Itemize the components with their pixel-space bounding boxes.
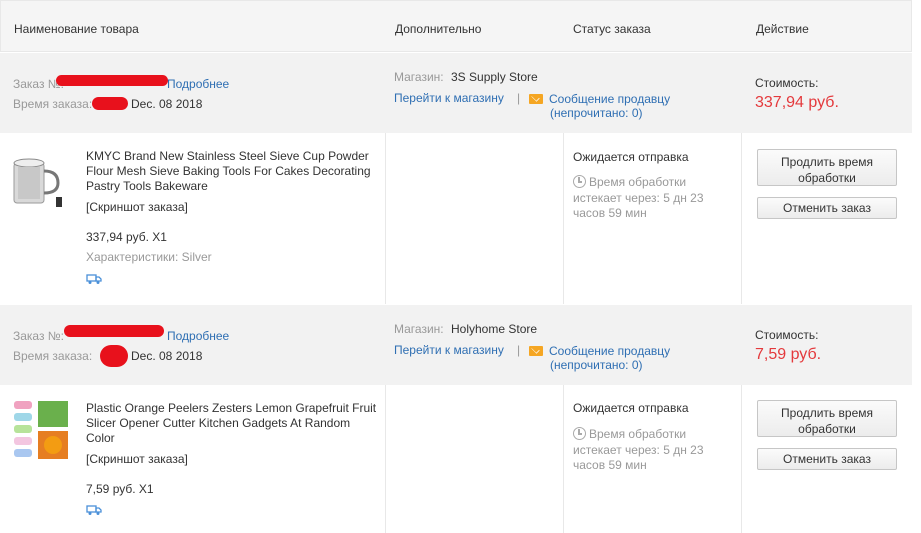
store-name: 3S Supply Store bbox=[451, 70, 538, 84]
cancel-order-button[interactable]: Отменить заказ bbox=[757, 448, 897, 470]
product-title-link[interactable]: KMYC Brand New Stainless Steel Sieve Cup… bbox=[86, 149, 381, 194]
message-seller-link[interactable]: Сообщение продавцу bbox=[529, 92, 670, 106]
item-attributes: Характеристики: Silver bbox=[86, 250, 212, 264]
redaction-mark bbox=[100, 345, 128, 367]
unread-count[interactable]: (непрочитано: 0) bbox=[550, 358, 643, 372]
cost-label: Стоимость: bbox=[755, 328, 819, 342]
processing-time: Время обработки bbox=[573, 175, 686, 189]
orders-table-header: Наименование товара Дополнительно Статус… bbox=[0, 0, 912, 52]
order-status: Ожидается отправка bbox=[573, 401, 689, 415]
order-number-label: Заказ №: bbox=[13, 329, 65, 343]
order-item-row: KMYC Brand New Stainless Steel Sieve Cup… bbox=[0, 133, 912, 304]
processing-expires: истекает через: 5 дн 23 часов 59 мин bbox=[573, 191, 704, 220]
store-label: Магазин: bbox=[394, 70, 444, 84]
item-price-qty: 337,94 руб. X1 bbox=[86, 230, 167, 244]
product-title-link[interactable]: Plastic Orange Peelers Zesters Lemon Gra… bbox=[86, 401, 381, 446]
store-label: Магазин: bbox=[394, 322, 444, 336]
envelope-icon bbox=[529, 94, 543, 104]
order-time-value: Dec. 08 2018 bbox=[131, 349, 203, 363]
extend-processing-time-button[interactable]: Продлить время обработки bbox=[757, 149, 897, 186]
redaction-mark bbox=[64, 325, 164, 337]
envelope-icon bbox=[529, 346, 543, 356]
message-seller-label[interactable]: Сообщение продавцу bbox=[549, 92, 670, 106]
product-image-peelers[interactable] bbox=[12, 399, 76, 463]
message-seller-link[interactable]: Сообщение продавцу bbox=[529, 344, 670, 358]
order-status: Ожидается отправка bbox=[573, 150, 689, 164]
order-details-link[interactable]: Подробнее bbox=[167, 77, 229, 91]
extend-processing-time-button[interactable]: Продлить время обработки bbox=[757, 400, 897, 437]
truck-icon bbox=[86, 505, 102, 515]
processing-time-label: Время обработки bbox=[589, 175, 687, 189]
truck-icon bbox=[86, 274, 102, 284]
clock-icon bbox=[573, 427, 586, 440]
column-header-product: Наименование товара bbox=[14, 22, 139, 36]
go-to-store-link[interactable]: Перейти к магазину bbox=[394, 91, 504, 105]
order-snapshot-link[interactable]: [Скриншот заказа] bbox=[86, 200, 188, 214]
order-snapshot-link[interactable]: [Скриншот заказа] bbox=[86, 452, 188, 466]
link-separator: | bbox=[517, 343, 521, 357]
order-cost: 7,59 руб. bbox=[755, 346, 822, 363]
processing-time: Время обработки bbox=[573, 427, 686, 441]
store-name: Holyhome Store bbox=[451, 322, 538, 336]
message-seller-label[interactable]: Сообщение продавцу bbox=[549, 344, 670, 358]
order-cost: 337,94 руб. bbox=[755, 94, 839, 111]
order-details-link[interactable]: Подробнее bbox=[167, 329, 229, 343]
order-header: Заказ №: Подробнее Время заказа: Dec. 08… bbox=[0, 305, 912, 385]
redaction-mark bbox=[92, 97, 128, 110]
order-time-value: Dec. 08 2018 bbox=[131, 97, 203, 111]
cost-label: Стоимость: bbox=[755, 76, 819, 90]
unread-count[interactable]: (непрочитано: 0) bbox=[550, 106, 643, 120]
column-header-extra: Дополнительно bbox=[395, 22, 482, 36]
processing-time-label: Время обработки bbox=[589, 427, 687, 441]
cancel-order-button[interactable]: Отменить заказ bbox=[757, 197, 897, 219]
redaction-mark bbox=[56, 75, 168, 86]
clock-icon bbox=[573, 175, 586, 188]
column-header-status: Статус заказа bbox=[573, 22, 651, 36]
processing-expires: истекает через: 5 дн 23 часов 59 мин bbox=[573, 443, 704, 472]
order-header: Заказ №: Подробнее Время заказа: Dec. 08… bbox=[0, 53, 912, 133]
item-price-qty: 7,59 руб. X1 bbox=[86, 482, 154, 496]
order-item-row: Plastic Orange Peelers Zesters Lemon Gra… bbox=[0, 385, 912, 533]
column-header-action: Действие bbox=[756, 22, 809, 36]
link-separator: | bbox=[517, 91, 521, 105]
go-to-store-link[interactable]: Перейти к магазину bbox=[394, 343, 504, 357]
product-image-sieve[interactable] bbox=[8, 149, 72, 213]
order-time-label: Время заказа: bbox=[13, 349, 93, 363]
order-time-label: Время заказа: bbox=[13, 97, 93, 111]
